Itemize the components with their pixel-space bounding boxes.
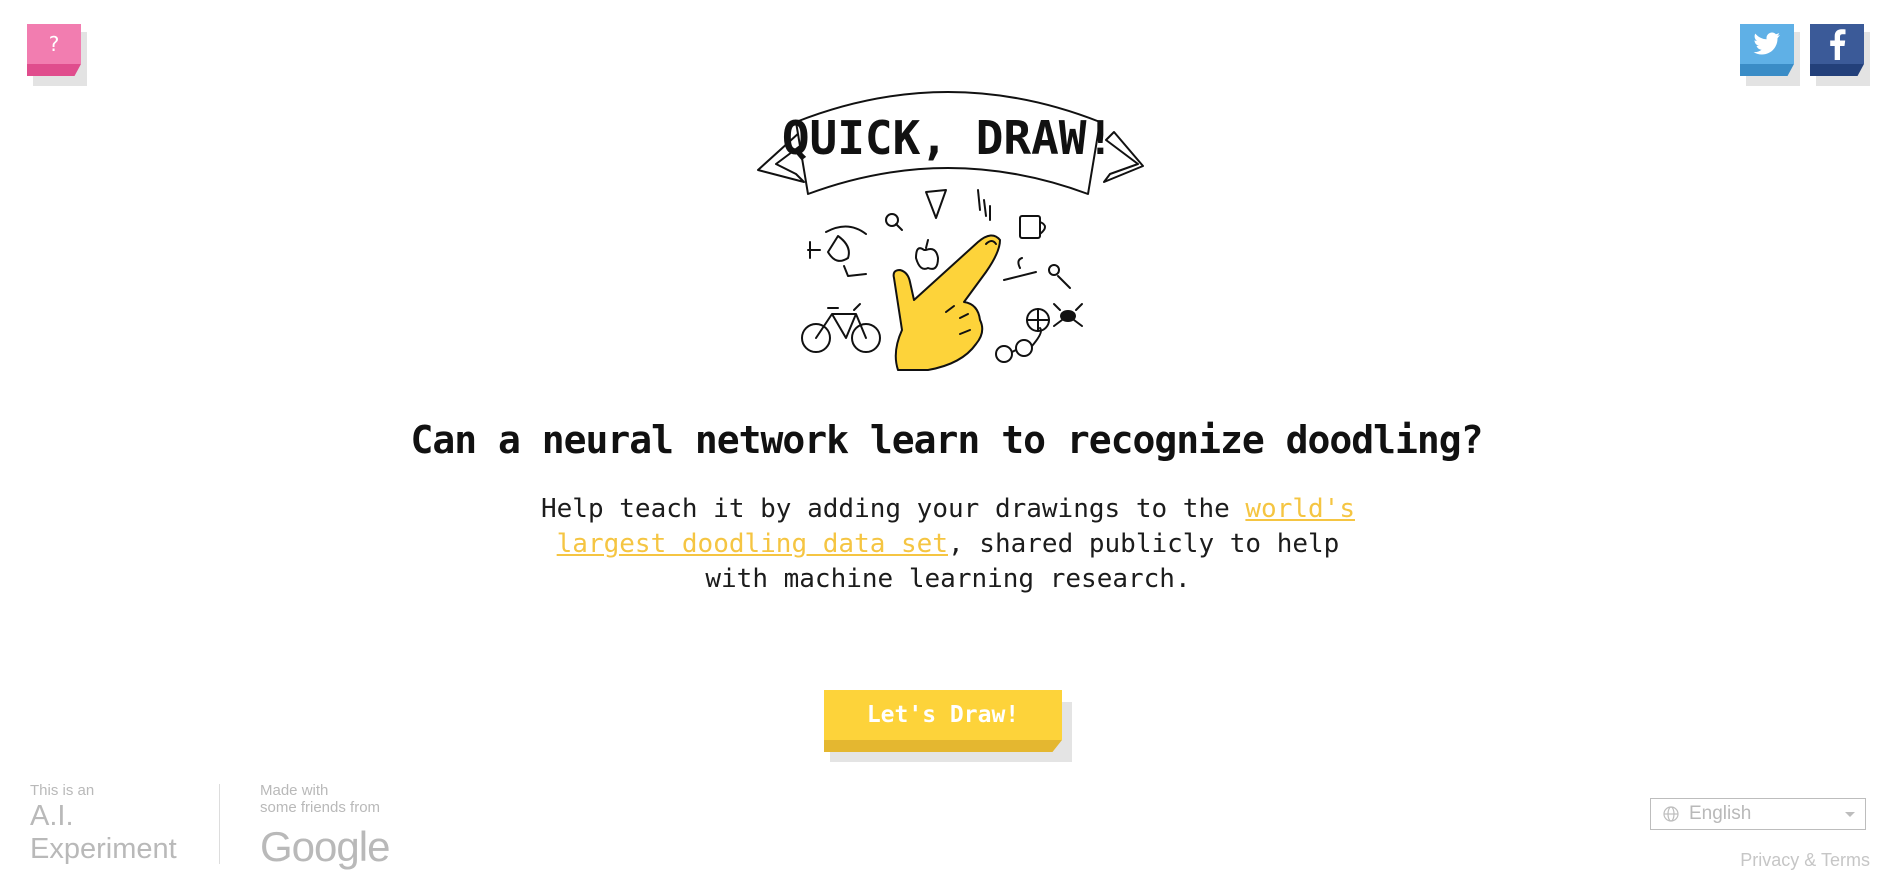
language-selected-label: English	[1689, 803, 1752, 824]
mug-doodle	[1019, 215, 1041, 239]
globe-icon	[1663, 806, 1679, 822]
footer-divider	[219, 784, 220, 864]
apple-doodle	[915, 239, 939, 270]
ai-experiment-line2: Experiment	[30, 833, 177, 865]
description-text-before: Help teach it by adding your drawings to…	[541, 494, 1246, 524]
facebook-icon	[1810, 24, 1864, 64]
hanger-doodle	[1003, 257, 1037, 281]
lets-draw-button-edge	[824, 740, 1062, 752]
glasses-doodle	[995, 345, 1013, 363]
help-button[interactable]: ?	[27, 24, 87, 86]
lets-draw-button-label: Let's Draw!	[824, 690, 1062, 740]
page-headline: Can a neural network learn to recognize …	[410, 418, 1483, 462]
made-with-line1: Made with	[260, 782, 329, 799]
language-select[interactable]: English	[1650, 798, 1866, 830]
made-with-google-badge[interactable]: Made with some friends from Google	[260, 782, 390, 870]
quick-draw-illustration: QUICK, DRAW!	[748, 82, 1148, 372]
chevron-down-icon	[1845, 812, 1855, 817]
pizza-doodle	[925, 189, 947, 219]
lets-draw-button[interactable]: Let's Draw!	[822, 690, 1072, 762]
facebook-share-button[interactable]	[1810, 24, 1870, 86]
ai-experiment-badge[interactable]: This is an A.I. Experiment	[30, 782, 177, 865]
twitter-button-edge	[1740, 64, 1794, 76]
twitter-icon	[1740, 24, 1794, 64]
made-with-line2: some friends from	[260, 799, 381, 816]
help-button-label: ?	[27, 24, 81, 64]
twitter-share-button[interactable]	[1740, 24, 1800, 86]
pointing-hand-doodle	[892, 234, 1001, 371]
privacy-terms-link[interactable]: Privacy & Terms	[1690, 850, 1870, 871]
page-description: Help teach it by adding your drawings to…	[528, 492, 1368, 597]
google-logo: Google	[260, 823, 390, 870]
facebook-button-edge	[1810, 64, 1864, 76]
banner-title: QUICK, DRAW!	[782, 111, 1114, 165]
spider-doodle	[1060, 310, 1076, 322]
pushpin-doodle	[1048, 264, 1060, 276]
ai-experiment-intro: This is an	[30, 782, 95, 799]
helicopter-doodle	[807, 225, 867, 277]
page: ? QUICK, DRAW! Can a neural network lear…	[0, 0, 1893, 886]
ai-experiment-line1: A.I.	[30, 800, 74, 832]
help-button-edge	[27, 64, 81, 76]
